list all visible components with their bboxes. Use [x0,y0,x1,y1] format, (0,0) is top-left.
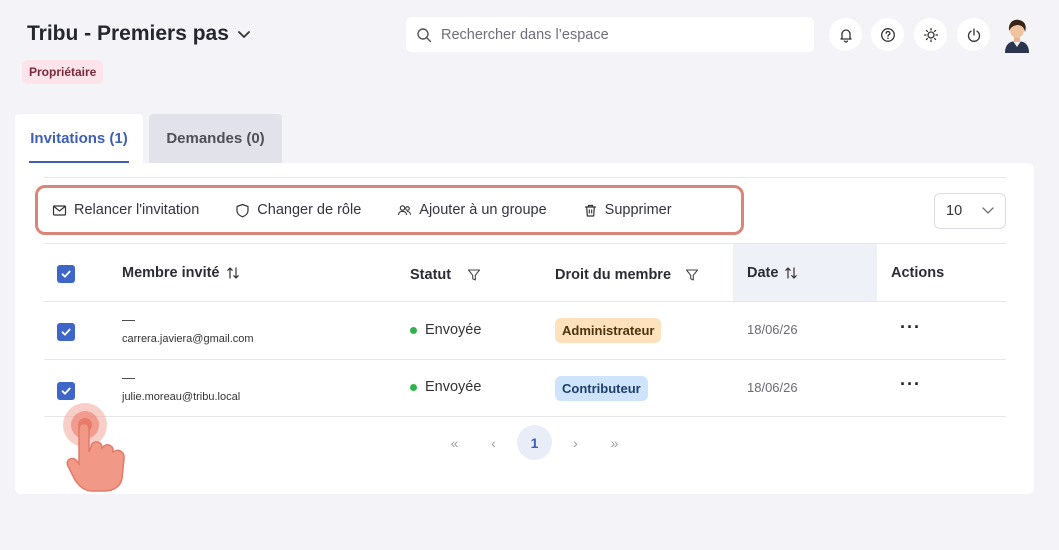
column-header-date[interactable]: Date [747,244,798,301]
column-header-status[interactable]: Statut [410,246,481,303]
member-email: julie.moreau@tribu.local [122,391,241,403]
status-cell: Envoyée [410,322,481,338]
delete-button[interactable]: Supprimer [583,202,672,218]
help-button[interactable] [871,18,904,51]
row-checkbox[interactable] [57,382,75,400]
last-page-button[interactable]: » [595,426,634,460]
chevron-down-icon [982,207,994,214]
status-dot [410,326,417,334]
add-to-group-button[interactable]: Ajouter à un groupe [397,202,547,218]
row-checkbox[interactable] [57,323,75,341]
shield-icon [236,203,249,217]
bulk-actions-toolbar: Relancer l'invitation Changer de rôle Aj… [35,185,744,235]
role-badge: Administrateur [555,318,662,343]
filter-icon[interactable] [685,268,699,282]
column-label: Date [747,264,779,281]
divider [44,177,1006,178]
delete-label: Supprimer [604,202,672,218]
check-icon [61,328,71,336]
sort-icon[interactable] [784,266,798,280]
tab-invitations[interactable]: Invitations (1) [15,114,143,163]
date-cell: 18/06/26 [747,380,798,395]
column-label: Statut [410,266,452,283]
tap-hand-icon [63,403,125,492]
chevron-down-icon [238,31,250,38]
workspace-selector[interactable]: Tribu - Premiers pas [27,22,251,46]
sort-icon[interactable] [226,266,240,280]
next-page-button[interactable]: › [556,426,595,460]
member-name: — [122,312,135,327]
avatar[interactable] [1000,17,1034,53]
date-cell: 18/06/26 [747,322,798,337]
column-header-actions: Actions [891,244,944,301]
column-label: Actions [891,264,945,281]
power-icon [967,27,980,42]
member-name: — [122,370,135,385]
first-page-button[interactable]: « [435,426,474,460]
status-label: Envoyée [425,379,482,395]
divider [44,416,1006,417]
invitations-panel: Relancer l'invitation Changer de rôle Aj… [15,163,1034,494]
page-size-select[interactable]: 10 [934,193,1006,229]
change-role-button[interactable]: Changer de rôle [235,202,361,218]
column-header-member[interactable]: Membre invité [122,244,240,301]
prev-page-button[interactable]: ‹ [474,426,513,460]
resend-invitation-button[interactable]: Relancer l'invitation [52,202,199,218]
search-bar[interactable] [406,17,814,52]
divider [44,301,1006,302]
status-cell: Envoyée [410,379,481,395]
select-all-checkbox[interactable] [57,265,75,283]
status-label: Envoyée [425,322,482,338]
member-email: carrera.javiera@gmail.com [122,333,254,345]
help-icon [880,27,895,42]
pagination: « ‹ 1 › » [435,425,634,460]
sun-icon [923,27,938,42]
more-actions-button[interactable]: ··· [900,374,921,395]
column-header-role[interactable]: Droit du membre [555,246,699,303]
add-to-group-label: Ajouter à un groupe [419,202,547,218]
theme-toggle-button[interactable] [914,18,947,51]
logout-button[interactable] [957,18,990,51]
search-icon [417,27,432,42]
column-label: Droit du membre [555,266,672,283]
more-actions-button[interactable]: ··· [900,317,921,338]
resend-label: Relancer l'invitation [74,202,200,218]
check-icon [61,387,71,395]
check-icon [61,270,71,278]
role-badge: Contributeur [555,376,648,401]
tab-requests[interactable]: Demandes (0) [149,114,282,163]
change-role-label: Changer de rôle [257,202,362,218]
role-badge: Propriétaire [22,60,104,84]
notifications-button[interactable] [829,18,862,51]
users-icon [398,204,412,215]
page-button-current[interactable]: 1 [517,425,552,460]
trash-icon [584,204,596,217]
divider [44,359,1006,360]
mail-icon [52,204,67,216]
page-title: Tribu - Premiers pas [27,22,229,45]
column-label: Membre invité [122,264,220,281]
bell-icon [839,28,852,43]
page-size-value: 10 [946,203,963,219]
filter-icon[interactable] [467,268,481,282]
search-input[interactable] [441,26,801,43]
status-dot [410,383,417,391]
